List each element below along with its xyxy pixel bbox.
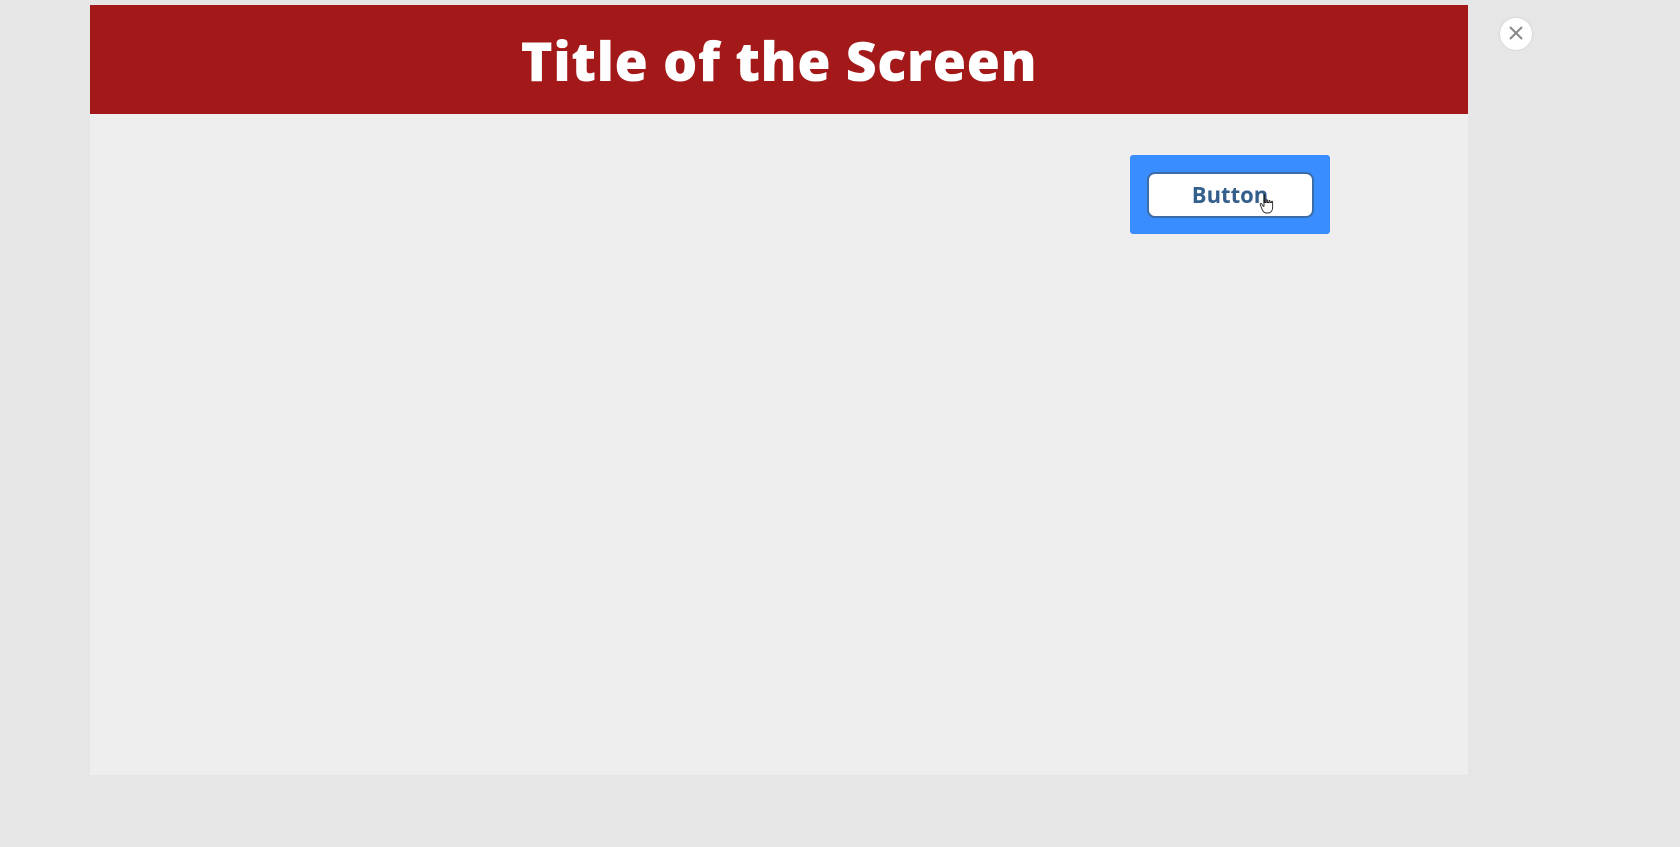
close-button[interactable] [1500,18,1532,50]
modal-container: Title of the Screen Button [90,5,1468,775]
modal-title: Title of the Screen [521,23,1037,97]
modal-body: Button [90,114,1468,775]
close-icon [1509,23,1523,45]
button-highlight-box: Button [1130,155,1330,234]
action-button-label: Button [1192,180,1268,210]
page-wrapper: Title of the Screen Button [0,0,1680,847]
modal-header: Title of the Screen [90,5,1468,114]
action-button[interactable]: Button [1147,172,1314,218]
